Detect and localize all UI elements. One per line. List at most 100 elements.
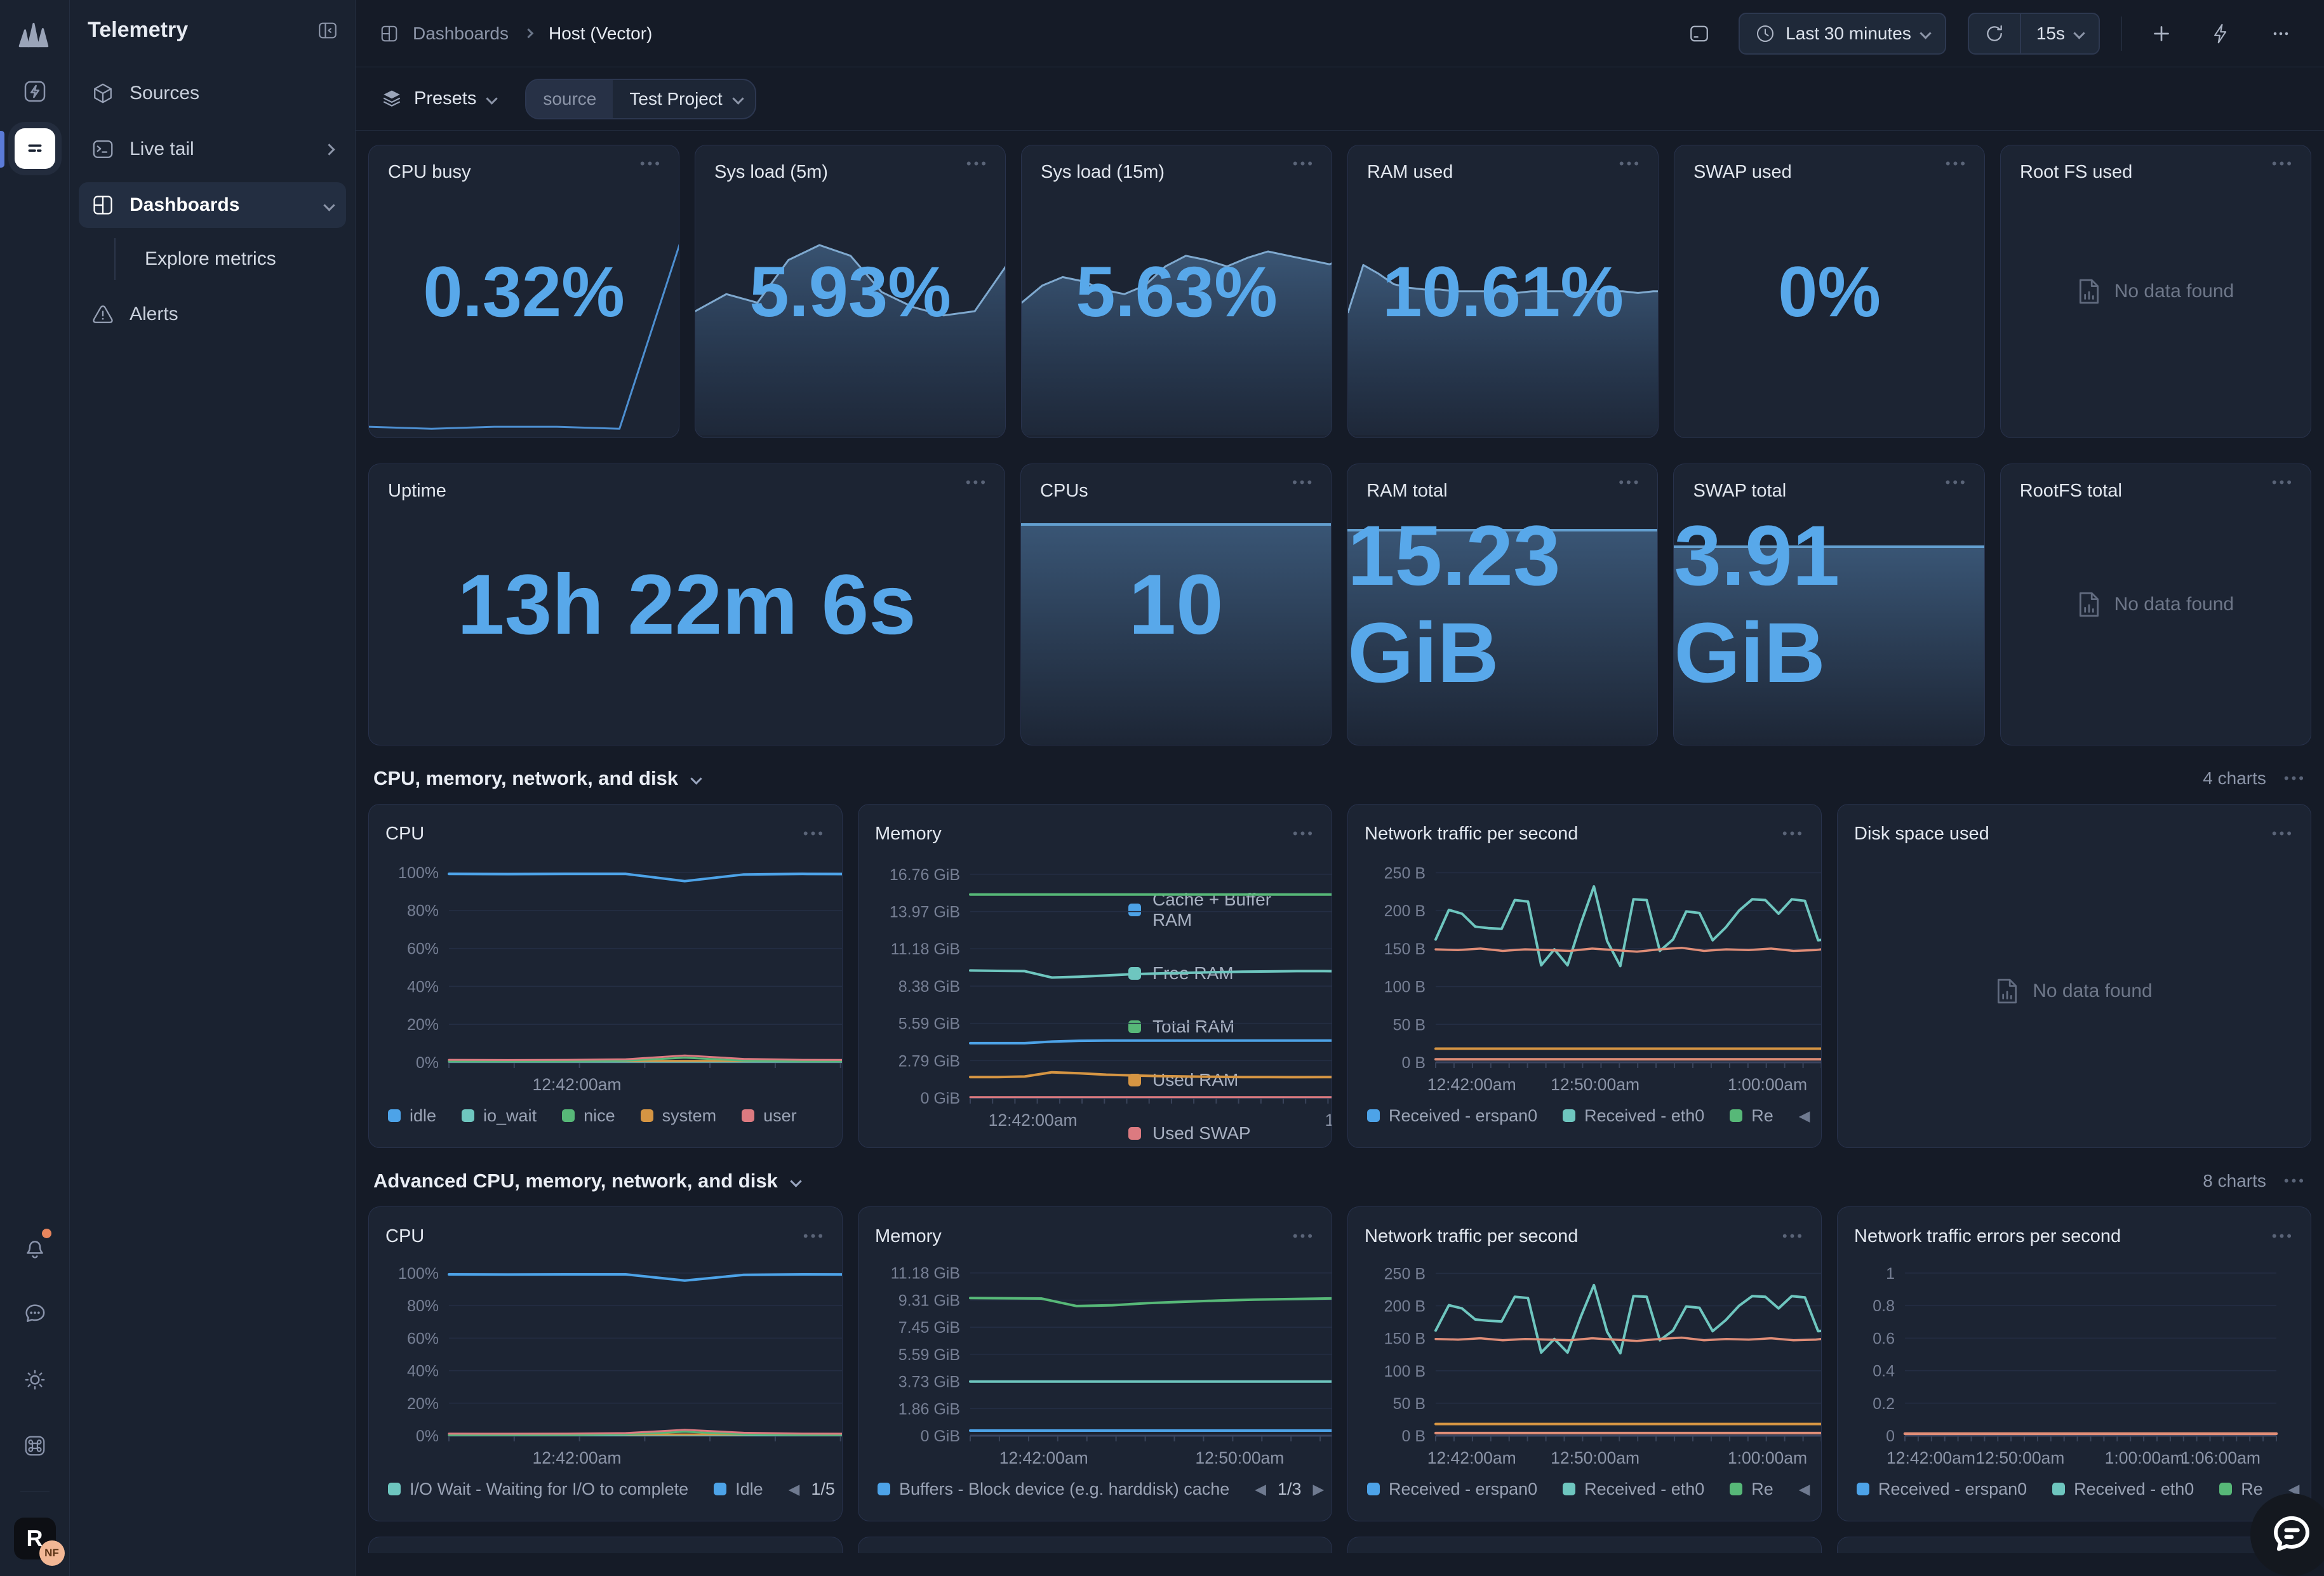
- pager-prev[interactable]: ◀: [1799, 1107, 1810, 1125]
- card-menu[interactable]: •••: [640, 156, 662, 172]
- card-menu[interactable]: •••: [966, 474, 988, 491]
- stat-card-sys-load-5m-: Sys load (5m)•••5.93%: [695, 145, 1006, 438]
- svg-text:3.73 GiB: 3.73 GiB: [898, 1373, 960, 1391]
- kiosk-mode-icon[interactable]: [1681, 16, 1717, 51]
- card-menu[interactable]: •••: [2272, 825, 2294, 842]
- shortcuts-icon[interactable]: [15, 1426, 55, 1466]
- section-title: Advanced CPU, memory, network, and disk: [373, 1170, 778, 1192]
- card-menu[interactable]: •••: [803, 825, 825, 842]
- legend-item[interactable]: Received - erspan0: [1367, 1479, 1537, 1499]
- quick-actions-icon[interactable]: [2203, 16, 2239, 51]
- no-data-text: No data found: [2033, 980, 2152, 1002]
- card-menu[interactable]: •••: [1946, 156, 1968, 172]
- no-data-state: No data found: [2001, 145, 2311, 437]
- legend-item[interactable]: system: [641, 1106, 717, 1126]
- legend-swatch: [1367, 1109, 1380, 1122]
- feedback-chat-icon[interactable]: [15, 1293, 55, 1334]
- chart-card-cpu: CPU•••100%80%60%40%20%0%12:42:00am12:50:…: [368, 804, 843, 1148]
- legend-label: Received - eth0: [2074, 1479, 2194, 1499]
- card-menu[interactable]: •••: [1782, 825, 1805, 842]
- time-range-picker[interactable]: Last 30 minutes: [1739, 13, 1946, 55]
- sidebar-item-sources[interactable]: Sources: [79, 70, 346, 116]
- svg-text:40%: 40%: [407, 1363, 439, 1380]
- legend-item[interactable]: user: [742, 1106, 797, 1126]
- pager-prev[interactable]: ◀: [1255, 1481, 1266, 1498]
- svg-text:12:42:00am: 12:42:00am: [1887, 1448, 1975, 1467]
- stat-value: 10: [1021, 464, 1331, 745]
- pipelines-icon[interactable]: [15, 71, 55, 112]
- card-menu[interactable]: •••: [1619, 474, 1641, 491]
- theme-icon[interactable]: [15, 1359, 55, 1400]
- pager-next[interactable]: ▶: [1313, 1481, 1325, 1498]
- legend-label: Received - erspan0: [1389, 1106, 1537, 1126]
- svg-text:9.31 GiB: 9.31 GiB: [898, 1292, 960, 1310]
- legend-item[interactable]: Re: [1730, 1479, 1773, 1499]
- notifications-icon[interactable]: [15, 1227, 55, 1268]
- pager-prev[interactable]: ◀: [1799, 1481, 1810, 1498]
- legend-item[interactable]: Idle: [714, 1479, 763, 1499]
- legend-item[interactable]: Received - eth0: [1563, 1106, 1704, 1126]
- legend-item[interactable]: nice: [562, 1106, 615, 1126]
- sidebar-item-label: Sources: [130, 83, 199, 104]
- dashboard-content: CPU busy•••0.32%Sys load (5m)•••5.93%Sys…: [356, 131, 2324, 1576]
- legend-item[interactable]: Received - erspan0: [1857, 1479, 2027, 1499]
- card-menu[interactable]: •••: [1619, 156, 1641, 172]
- card-menu[interactable]: •••: [1293, 1228, 1315, 1245]
- legend-label: io_wait: [483, 1106, 537, 1126]
- legend-item[interactable]: Received - erspan0: [1367, 1106, 1537, 1126]
- breadcrumb-section[interactable]: Dashboards: [413, 23, 509, 44]
- card-menu[interactable]: •••: [2272, 474, 2294, 491]
- card-menu[interactable]: •••: [1946, 474, 1968, 491]
- stat-card-swap-used: SWAP used•••0%: [1674, 145, 1985, 438]
- presets-dropdown[interactable]: Presets: [381, 88, 496, 110]
- legend-item[interactable]: Buffers - Block device (e.g. harddisk) c…: [878, 1479, 1229, 1499]
- legend-label: idle: [410, 1106, 436, 1126]
- stat-value: 3.91 GiB: [1674, 464, 1984, 745]
- sidebar-item-live-tail[interactable]: Live tail: [79, 126, 346, 172]
- legend-label: Received - eth0: [1584, 1479, 1704, 1499]
- card-title: CPUs: [1040, 481, 1088, 502]
- section-toggle[interactable]: CPU, memory, network, and disk: [373, 767, 700, 790]
- legend-item[interactable]: Re: [2219, 1479, 2263, 1499]
- sidebar-collapse-icon[interactable]: [317, 20, 338, 41]
- card-title: RAM total: [1366, 481, 1447, 502]
- card-title: RootFS total: [2020, 481, 2122, 502]
- sidebar-item-dashboards[interactable]: Dashboards: [79, 182, 346, 228]
- card-menu[interactable]: •••: [1782, 1228, 1805, 1245]
- svg-text:0 GiB: 0 GiB: [920, 1090, 960, 1107]
- legend-swatch: [388, 1483, 401, 1495]
- card-menu[interactable]: •••: [2272, 1228, 2294, 1245]
- pager-prev[interactable]: ◀: [789, 1481, 800, 1498]
- refresh-interval-select[interactable]: 15s: [2020, 14, 2099, 53]
- source-filter[interactable]: source Test Project: [525, 79, 756, 119]
- legend-item[interactable]: idle: [388, 1106, 436, 1126]
- card-menu[interactable]: •••: [2272, 156, 2294, 172]
- sidebar-item-explore-metrics[interactable]: Explore metrics: [145, 238, 342, 280]
- card-menu[interactable]: •••: [1293, 825, 1315, 842]
- legend-item[interactable]: Received - eth0: [2052, 1479, 2194, 1499]
- legend-item[interactable]: I/O Wait - Waiting for I/O to complete: [388, 1479, 688, 1499]
- sidebar-item-alerts[interactable]: Alerts: [79, 291, 346, 337]
- legend-swatch: [2219, 1483, 2232, 1495]
- card-menu[interactable]: •••: [966, 156, 989, 172]
- legend-item[interactable]: Re: [1730, 1106, 1773, 1126]
- legend-item[interactable]: Received - eth0: [1563, 1479, 1704, 1499]
- legend-label: Received - erspan0: [1878, 1479, 2027, 1499]
- legend-item[interactable]: io_wait: [462, 1106, 537, 1126]
- legend-swatch: [1563, 1483, 1575, 1495]
- next-row-peek: [368, 1537, 2311, 1553]
- card-menu[interactable]: •••: [803, 1228, 825, 1245]
- refresh-button[interactable]: [1969, 14, 2020, 53]
- section-toggle[interactable]: Advanced CPU, memory, network, and disk: [373, 1170, 800, 1192]
- chart-legend: Buffers - Block device (e.g. harddisk) c…: [875, 1471, 1315, 1507]
- avatar[interactable]: R NF: [14, 1518, 56, 1559]
- section-menu[interactable]: •••: [2284, 770, 2306, 787]
- avatar-badge: NF: [39, 1540, 65, 1566]
- card-menu[interactable]: •••: [1292, 474, 1314, 491]
- telemetry-section-icon[interactable]: [15, 128, 55, 169]
- stat-value: 10.61%: [1348, 145, 1658, 437]
- more-menu-icon[interactable]: [2263, 16, 2299, 51]
- add-panel-icon[interactable]: [2144, 16, 2179, 51]
- section-menu[interactable]: •••: [2284, 1173, 2306, 1189]
- card-menu[interactable]: •••: [1293, 156, 1315, 172]
